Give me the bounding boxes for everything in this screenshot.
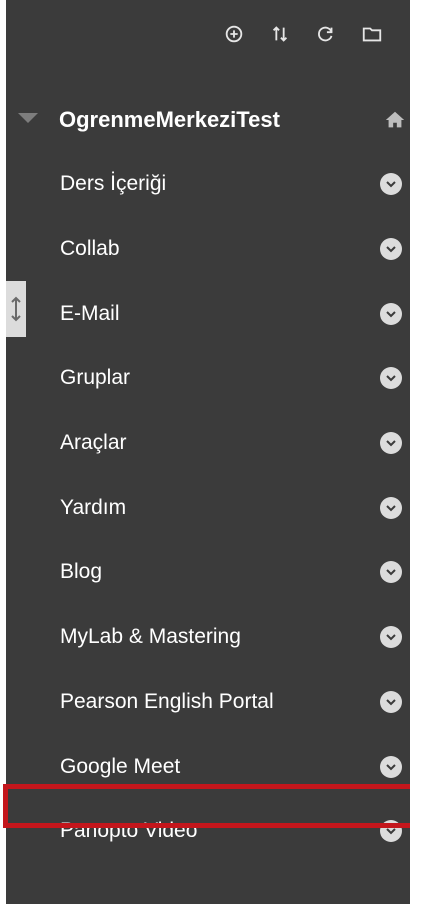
menu-item-label[interactable]: MyLab & Mastering (60, 625, 241, 649)
chevron-down-icon[interactable] (380, 755, 402, 778)
chevron-down-icon[interactable] (380, 432, 402, 455)
chevron-down-icon[interactable] (380, 690, 402, 713)
menu-item-collab[interactable]: Collab (6, 217, 410, 282)
chevron-down-icon[interactable] (380, 496, 402, 519)
refresh-icon[interactable] (314, 22, 338, 46)
menu-item-label[interactable]: Araçlar (60, 431, 127, 455)
chevron-down-icon[interactable] (380, 238, 402, 261)
menu-item-mylab-mastering[interactable]: MyLab & Mastering (6, 605, 410, 670)
chevron-down-icon[interactable] (380, 820, 402, 843)
chevron-down-icon[interactable] (380, 173, 402, 196)
menu-item-label[interactable]: E-Mail (60, 302, 120, 326)
menu-item-email[interactable]: E-Mail (6, 281, 410, 346)
course-menu-list: Ders İçeriği Collab E-Mail Gruplar Araçl… (6, 152, 410, 864)
chevron-down-icon[interactable] (380, 302, 402, 325)
menu-item-yardim[interactable]: Yardım (6, 475, 410, 540)
menu-item-pearson-english-portal[interactable]: Pearson English Portal (6, 670, 410, 735)
menu-item-gruplar[interactable]: Gruplar (6, 346, 410, 411)
menu-item-ders-icerigi[interactable]: Ders İçeriği (6, 152, 410, 217)
chevron-down-icon[interactable] (380, 561, 402, 584)
menu-item-label[interactable]: Google Meet (60, 755, 180, 779)
folder-icon[interactable] (360, 22, 384, 46)
course-header-row[interactable]: OgrenmeMerkeziTest (6, 97, 410, 143)
course-title[interactable]: OgrenmeMerkeziTest (59, 107, 280, 133)
add-circle-icon[interactable] (222, 22, 246, 46)
collapse-caret-icon[interactable] (18, 113, 38, 123)
chevron-down-icon[interactable] (380, 367, 402, 390)
home-icon[interactable] (384, 109, 406, 131)
menu-item-araclar[interactable]: Araçlar (6, 411, 410, 476)
menu-item-panopto-video[interactable]: Panopto Video (6, 799, 410, 864)
menu-item-label[interactable]: Panopto Video (60, 819, 197, 843)
right-edge-blank (410, 0, 426, 904)
menu-item-blog[interactable]: Blog (6, 540, 410, 605)
sort-arrows-icon[interactable] (268, 22, 292, 46)
menu-item-label[interactable]: Yardım (60, 496, 126, 520)
menu-item-label[interactable]: Ders İçeriği (60, 172, 166, 196)
menu-item-google-meet[interactable]: Google Meet (6, 734, 410, 799)
chevron-down-icon[interactable] (380, 626, 402, 649)
menu-item-label[interactable]: Collab (60, 237, 120, 261)
course-menu-toolbar (222, 22, 384, 46)
menu-item-label[interactable]: Blog (60, 560, 102, 584)
menu-item-label[interactable]: Pearson English Portal (60, 690, 274, 714)
menu-item-label[interactable]: Gruplar (60, 366, 130, 390)
